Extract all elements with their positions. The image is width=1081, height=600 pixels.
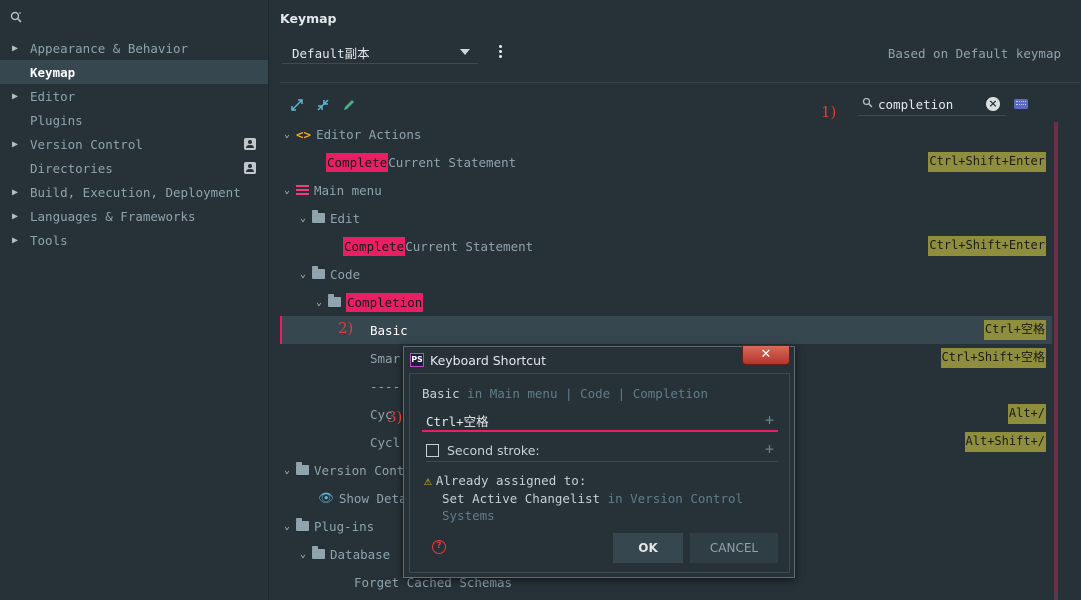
sidebar-item-appearance[interactable]: ▶ Appearance & Behavior (0, 36, 268, 60)
warning-icon: ⚠ (424, 474, 432, 489)
tree-node-editor-actions[interactable]: ⌄ <> Editor Actions (280, 120, 1052, 148)
shortcut-badge: Ctrl+Shift+空格 (940, 348, 1046, 368)
tree-node-edit[interactable]: ⌄ Edit (280, 204, 1052, 232)
keymap-dropdown[interactable]: Default副本 (282, 42, 478, 64)
sidebar-item-tools[interactable]: ▶ Tools (0, 228, 268, 252)
keymap-search[interactable] (858, 94, 1006, 116)
tree-action-row[interactable]: Complete Current Statement Ctrl+Shift+En… (280, 148, 1052, 176)
tree-node-completion[interactable]: ⌄ Completion (280, 288, 1052, 316)
eye-icon: 👁 (318, 490, 334, 505)
shortcut-badge: Alt+/ (1007, 404, 1046, 424)
sidebar-item-plugins[interactable]: Plugins (0, 108, 268, 132)
vertical-scrollbar[interactable] (1054, 122, 1058, 600)
second-stroke-label: Second stroke: (447, 443, 540, 458)
annotation-1: 1) (821, 103, 837, 121)
search-input[interactable] (878, 97, 988, 112)
second-stroke-row: Second stroke: + (426, 440, 778, 462)
settings-sidebar: ▶ Appearance & Behavior Keymap ▶ Editor Pl… (0, 0, 269, 600)
clear-search-icon[interactable]: × (986, 97, 1000, 111)
chevron-down-icon[interactable]: ⌄ (296, 269, 310, 280)
sidebar-item-directories[interactable]: Directories (0, 156, 268, 180)
sidebar-search[interactable] (0, 0, 268, 36)
chevron-down-icon[interactable]: ⌄ (280, 129, 294, 140)
plus-icon[interactable]: + (765, 440, 774, 458)
more-actions-icon[interactable] (496, 45, 506, 61)
conflict-warning: ⚠ Already assigned to: Set Active Changel… (424, 473, 744, 523)
search-icon (10, 11, 24, 25)
edit-pencil-icon[interactable] (340, 96, 358, 114)
page-title: Keymap (280, 11, 337, 26)
expand-all-icon[interactable] (288, 96, 306, 114)
folder-icon (312, 210, 325, 223)
project-level-icon (244, 138, 256, 150)
sidebar-item-keymap[interactable]: Keymap (0, 60, 268, 84)
divider (280, 82, 1081, 83)
close-button[interactable]: ✕ (742, 345, 790, 365)
tree-action-row[interactable]: Complete Current Statement Ctrl+Shift+En… (280, 232, 1052, 260)
chevron-down-icon[interactable]: ⌄ (296, 213, 310, 224)
chevron-down-icon[interactable]: ⌄ (312, 297, 326, 308)
chevron-down-icon[interactable]: ⌄ (280, 521, 294, 532)
ok-button[interactable]: OK (613, 533, 683, 563)
annotation-2: 2) (338, 319, 354, 337)
dialog-titlebar[interactable]: PS Keyboard Shortcut ✕ (404, 345, 794, 373)
plus-icon[interactable]: + (765, 411, 774, 429)
first-stroke-input[interactable]: Ctrl+空格 + (422, 410, 778, 432)
chevron-down-icon[interactable]: ⌄ (280, 465, 294, 476)
expand-arrow-icon[interactable]: ▶ (12, 139, 30, 150)
expand-arrow-icon[interactable]: ▶ (12, 43, 30, 54)
keyboard-shortcut-dialog: PS Keyboard Shortcut ✕ Basic in Main men… (403, 345, 795, 578)
find-by-shortcut-icon[interactable] (1014, 99, 1028, 109)
collapse-all-icon[interactable] (314, 96, 332, 114)
tree-node-main-menu[interactable]: ⌄ Main menu (280, 176, 1052, 204)
folder-icon (312, 266, 325, 279)
help-icon[interactable]: ? (432, 540, 446, 554)
based-on-label: Based on Default keymap (887, 46, 1061, 61)
chevron-down-icon[interactable]: ⌄ (280, 185, 294, 196)
tree-action-row-basic[interactable]: Basic Ctrl+空格 (280, 316, 1052, 344)
shortcut-badge: Alt+Shift+/ (964, 432, 1046, 452)
folder-icon (296, 518, 309, 531)
sidebar-list: ▶ Appearance & Behavior Keymap ▶ Editor Pl… (0, 36, 268, 252)
cancel-button[interactable]: CANCEL (690, 533, 778, 563)
search-icon (862, 97, 874, 112)
shortcut-badge: Ctrl+Shift+Enter (928, 236, 1046, 256)
project-level-icon (244, 162, 256, 174)
dialog-body: Basic in Main menu | Code | Completion C… (409, 373, 790, 573)
chevron-down-icon[interactable]: ⌄ (296, 549, 310, 560)
tree-toolbar (288, 96, 358, 114)
chevron-down-icon (460, 49, 470, 55)
sidebar-item-version-control[interactable]: ▶ Version Control (0, 132, 268, 156)
folder-icon (296, 462, 309, 475)
action-path: Basic in Main menu | Code | Completion (422, 386, 708, 401)
shortcut-badge: Ctrl+空格 (983, 320, 1046, 340)
tree-node-code[interactable]: ⌄ Code (280, 260, 1052, 288)
code-icon: <> (296, 126, 312, 142)
second-stroke-checkbox[interactable] (426, 444, 439, 457)
conflicting-action: Set Active Changelist (442, 491, 601, 506)
expand-arrow-icon[interactable]: ▶ (12, 211, 30, 222)
expand-arrow-icon[interactable]: ▶ (12, 235, 30, 246)
shortcut-badge: Ctrl+Shift+Enter (928, 152, 1046, 172)
phpstorm-logo-icon: PS (410, 353, 424, 367)
folder-icon (328, 294, 341, 307)
folder-icon (312, 546, 325, 559)
dialog-title: Keyboard Shortcut (430, 352, 546, 368)
first-stroke-value: Ctrl+空格 (426, 413, 489, 429)
sidebar-item-editor[interactable]: ▶ Editor (0, 84, 268, 108)
menu-icon (296, 183, 309, 197)
sidebar-item-build[interactable]: ▶ Build, Execution, Deployment (0, 180, 268, 204)
annotation-3: 3) (387, 408, 403, 426)
keymap-dropdown-value: Default副本 (292, 46, 370, 61)
expand-arrow-icon[interactable]: ▶ (12, 187, 30, 198)
expand-arrow-icon[interactable]: ▶ (12, 91, 30, 102)
sidebar-item-languages[interactable]: ▶ Languages & Frameworks (0, 204, 268, 228)
